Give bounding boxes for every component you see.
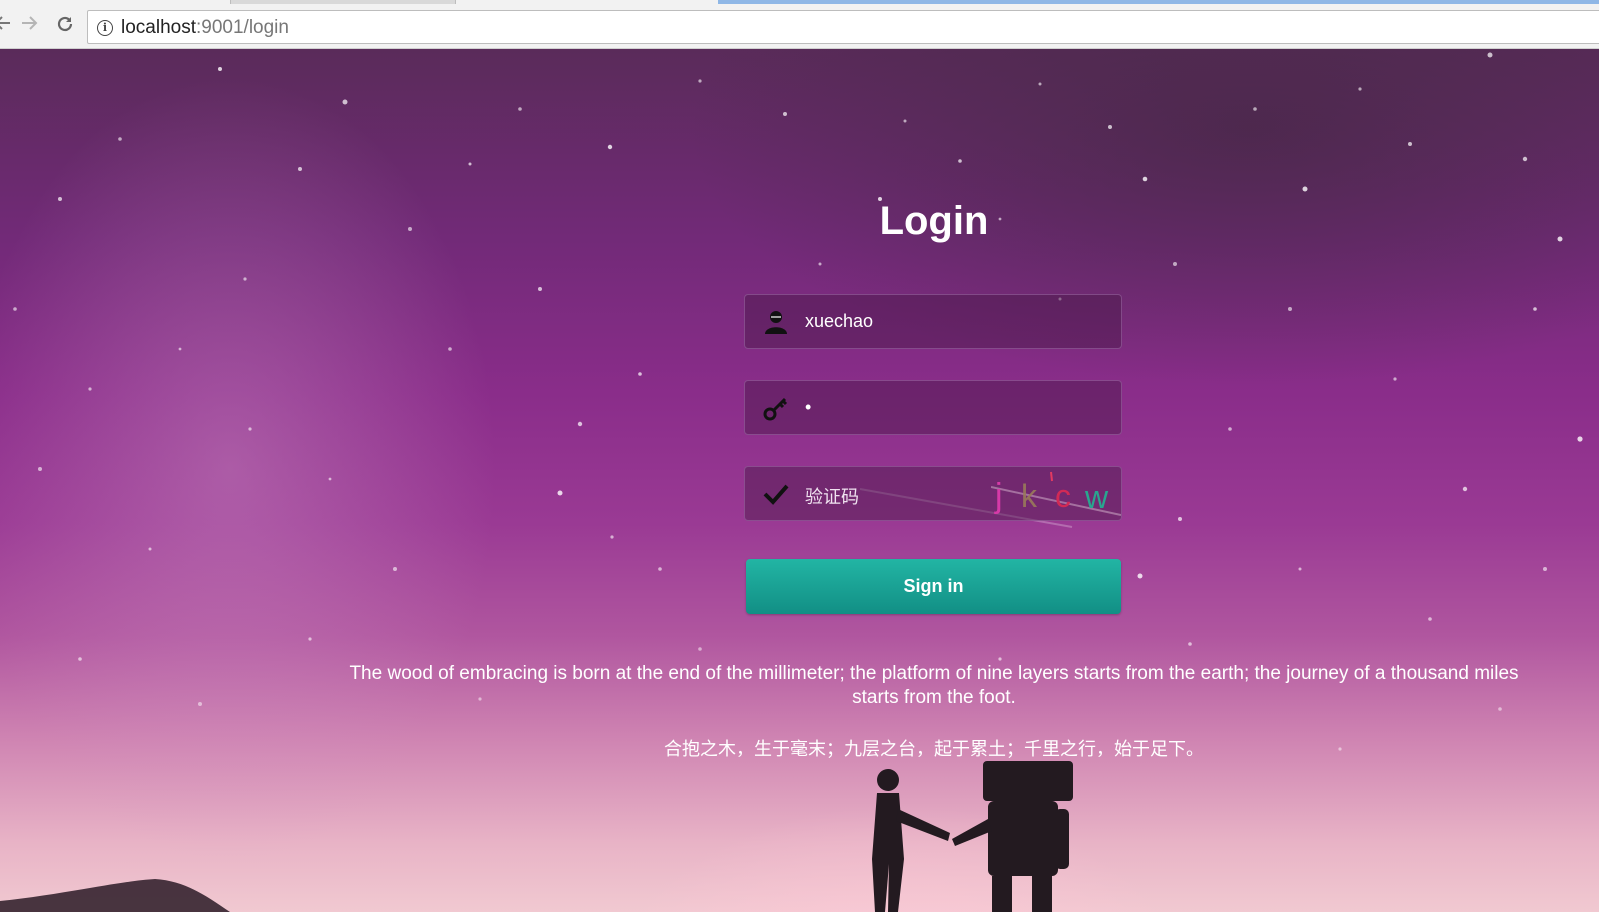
browser-toolbar: i localhost:9001/login (0, 0, 1599, 49)
arrow-right-icon (22, 16, 38, 30)
captcha-field[interactable]: 验证码 j k c w (744, 466, 1122, 521)
quote-english: The wood of embracing is born at the end… (349, 663, 1519, 708)
browser-tab[interactable] (230, 0, 456, 4)
captcha-image[interactable]: j k c w (991, 467, 1121, 521)
url-host: localhost (121, 17, 196, 38)
forward-button[interactable] (18, 14, 40, 36)
url-text[interactable]: localhost:9001/login (121, 17, 289, 39)
reload-button[interactable] (54, 14, 76, 36)
back-button[interactable] (0, 14, 14, 36)
url-path: :9001/login (196, 17, 289, 38)
quote-chinese: 合抱之木，生于毫末；九层之台，起于累土；千里之行，始于足下。 (664, 739, 1204, 760)
password-input[interactable]: • (805, 397, 811, 418)
svg-text:c: c (1055, 478, 1071, 514)
active-tab-indicator (718, 0, 1599, 4)
password-field[interactable]: • (744, 380, 1122, 435)
svg-text:w: w (1084, 479, 1109, 515)
key-icon (763, 397, 788, 421)
sign-in-button[interactable]: Sign in (746, 559, 1121, 614)
reload-icon (57, 16, 73, 32)
checkmark-icon (763, 484, 789, 505)
user-icon (765, 311, 787, 334)
arrow-left-icon (0, 16, 10, 30)
username-input[interactable]: xuechao (805, 311, 873, 332)
login-page: Login xuechao • 验证码 j k c w Sign in The … (0, 49, 1599, 912)
address-bar[interactable]: i localhost:9001/login (87, 10, 1599, 44)
username-field[interactable]: xuechao (744, 294, 1122, 349)
svg-text:j: j (994, 477, 1003, 515)
captcha-input[interactable]: 验证码 (805, 483, 859, 509)
svg-text:k: k (1021, 478, 1038, 514)
login-title: Login (879, 199, 989, 243)
info-icon[interactable]: i (97, 20, 113, 36)
